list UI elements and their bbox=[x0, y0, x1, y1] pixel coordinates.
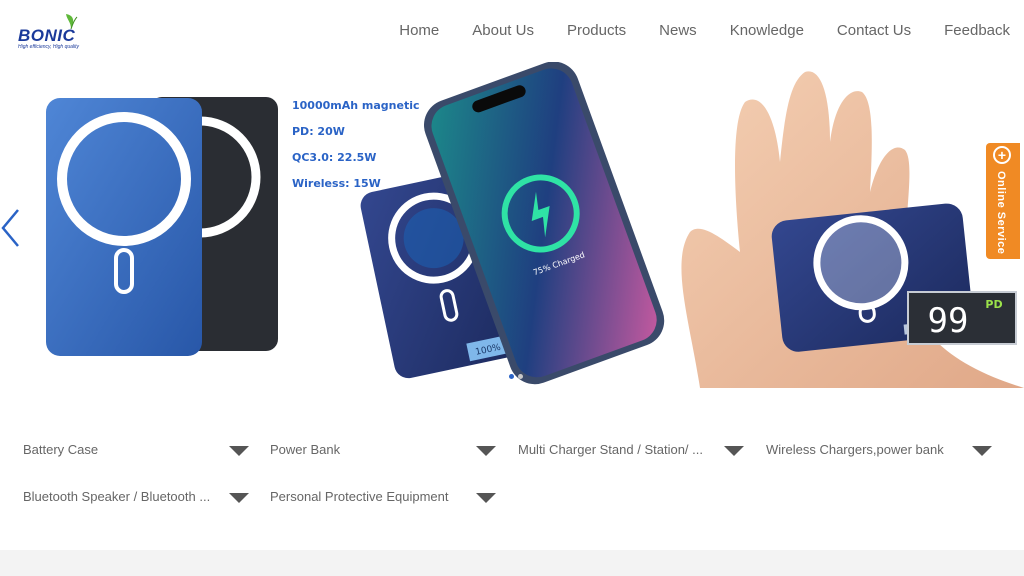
plus-icon: + bbox=[993, 146, 1011, 164]
carousel-dots bbox=[509, 374, 523, 379]
category-label: Multi Charger Stand / Station/ ... bbox=[518, 442, 703, 457]
carousel-dot-1[interactable] bbox=[509, 374, 514, 379]
caret-down-icon bbox=[724, 446, 744, 456]
category-personal-protective-equipment[interactable]: Personal Protective Equipment bbox=[270, 485, 496, 509]
category-label: Power Bank bbox=[270, 442, 341, 457]
power-bank-blue bbox=[46, 98, 202, 356]
nav-home[interactable]: Home bbox=[399, 22, 439, 39]
category-battery-case[interactable]: Battery Case bbox=[23, 438, 249, 462]
caret-down-icon bbox=[476, 493, 496, 503]
category-wireless-chargers[interactable]: Wireless Chargers,power bank bbox=[766, 438, 992, 462]
carousel-prev-arrow-icon[interactable] bbox=[0, 208, 22, 248]
category-multi-charger-stand[interactable]: Multi Charger Stand / Station/ ... bbox=[518, 438, 744, 462]
carousel-dot-2[interactable] bbox=[518, 374, 523, 379]
online-service-label: Online Service bbox=[995, 171, 1007, 255]
category-label: Wireless Chargers,power bank bbox=[766, 442, 944, 457]
category-menu: Battery Case Power Bank Multi Charger St… bbox=[0, 388, 1024, 548]
category-label: Battery Case bbox=[23, 442, 99, 457]
nav-news[interactable]: News bbox=[659, 22, 697, 39]
nav-knowledge[interactable]: Knowledge bbox=[730, 22, 804, 39]
main-nav: Home About Us Products News Knowledge Co… bbox=[366, 22, 1010, 39]
hand-display-badge: PD bbox=[985, 298, 1002, 311]
category-bluetooth-speaker[interactable]: Bluetooth Speaker / Bluetooth ... bbox=[23, 485, 249, 509]
nav-products[interactable]: Products bbox=[567, 22, 626, 39]
caret-down-icon bbox=[229, 493, 249, 503]
caret-down-icon bbox=[972, 446, 992, 456]
category-label: Personal Protective Equipment bbox=[270, 489, 449, 504]
online-service-tab[interactable]: + Online Service bbox=[986, 143, 1020, 259]
spec-capacity: 10000mAh magnetic bbox=[292, 99, 420, 112]
nav-contact-us[interactable]: Contact Us bbox=[837, 22, 911, 39]
brand-name: BONIC bbox=[18, 26, 76, 45]
spec-pd: PD: 20W bbox=[292, 125, 345, 138]
spec-wireless: Wireless: 15W bbox=[292, 177, 381, 190]
caret-down-icon bbox=[229, 446, 249, 456]
nav-feedback[interactable]: Feedback bbox=[944, 22, 1010, 39]
category-label: Bluetooth Speaker / Bluetooth ... bbox=[23, 489, 211, 504]
site-header: BONIC High efficiency, High quality Home… bbox=[0, 0, 1024, 62]
hero-carousel[interactable]: 100% 75% Charged 99 99 PD bbox=[0, 62, 1024, 388]
brand-logo[interactable]: BONIC High efficiency, High quality bbox=[18, 12, 98, 54]
hand-photo: 99 99 PD bbox=[681, 71, 1024, 388]
spec-qc: QC3.0: 22.5W bbox=[292, 151, 377, 164]
footer-strip bbox=[0, 550, 1024, 576]
banner-artwork: 100% 75% Charged 99 99 PD bbox=[46, 62, 1024, 388]
hand-display-value: 99 bbox=[928, 301, 969, 341]
brand-tagline: High efficiency, High quality bbox=[18, 44, 80, 50]
caret-down-icon bbox=[476, 446, 496, 456]
nav-about-us[interactable]: About Us bbox=[472, 22, 534, 39]
category-power-bank[interactable]: Power Bank bbox=[270, 438, 496, 462]
